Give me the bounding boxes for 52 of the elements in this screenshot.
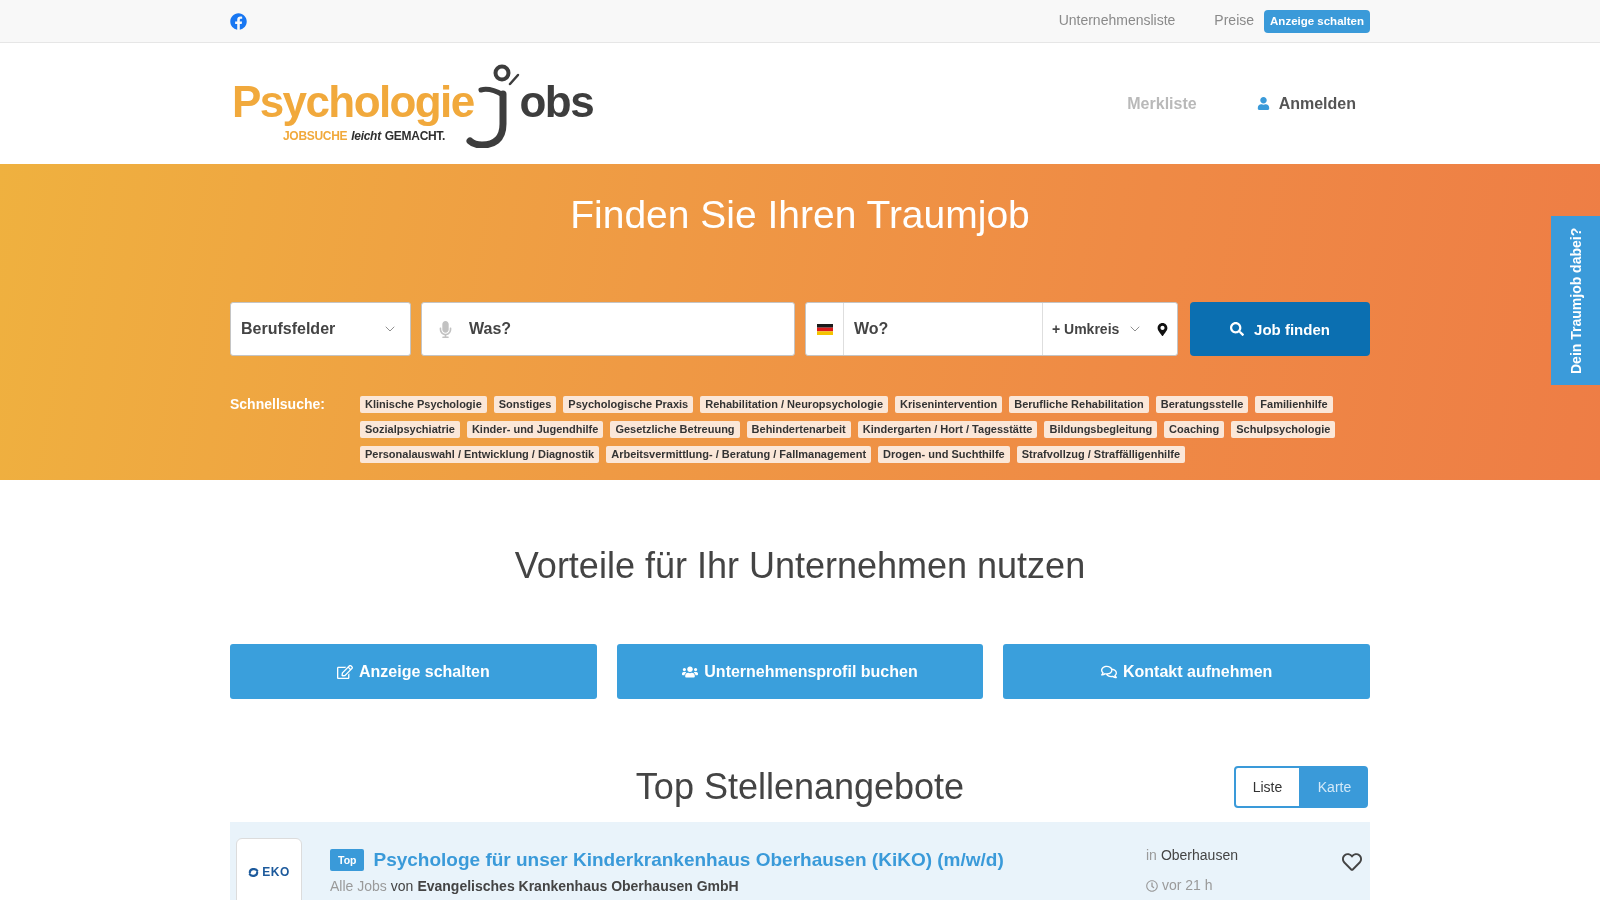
quick-search-tag[interactable]: Coaching — [1164, 421, 1225, 438]
top-badge: Top — [330, 849, 365, 871]
ring-icon — [248, 866, 260, 878]
quick-search-tag[interactable]: Behindertenarbeit — [746, 421, 851, 438]
section-title: Vorteile für Ihr Unternehmen nutzen — [513, 544, 1087, 588]
facebook-icon[interactable] — [230, 12, 247, 30]
quick-search-tag[interactable]: Klinische Psychologie — [360, 396, 487, 413]
logo-wordmark: Psychologie — [232, 79, 474, 124]
quick-search-tag[interactable]: Bildungsbegleitung — [1044, 421, 1158, 438]
quick-search-label: Schnellsuche: — [230, 396, 326, 414]
quick-search-tag[interactable]: Familienhilfe — [1255, 396, 1333, 413]
section-title: Top Stellenangebote — [635, 766, 965, 808]
user-icon — [1256, 97, 1270, 110]
posted-time: vor 21 h — [1162, 877, 1213, 894]
job-location: Oberhausen — [1160, 847, 1238, 864]
map-pin-icon[interactable] — [1155, 322, 1169, 336]
quick-search-tag[interactable]: Psychologische Praxis — [563, 396, 694, 413]
keyword-input[interactable]: Was? — [467, 303, 794, 355]
quick-search-tag[interactable]: Krisenintervention — [895, 396, 1003, 413]
view-toggle-tab[interactable]: Liste — [1234, 766, 1301, 808]
search-icon — [1230, 322, 1245, 336]
quick-search-tag[interactable]: Kinder- und Jugendhilfe — [466, 421, 604, 438]
quick-search-tag[interactable]: Kindergarten / Hort / Tagesstätte — [857, 421, 1038, 438]
location-search-field[interactable]: Wo? + Umkreis — [805, 302, 1178, 356]
quick-search-tag[interactable]: Gesetzliche Betreuung — [610, 421, 740, 438]
login-link[interactable]: Anmelden — [1256, 94, 1356, 113]
quick-search-tag[interactable]: Personalauswahl / Entwicklung / Diagnostik — [360, 446, 600, 463]
quick-search-tag[interactable]: Arbeitsvermittlung- / Beratung / Fallmanagement — [606, 446, 872, 463]
job-search-button[interactable]: Job finden — [1190, 302, 1370, 356]
heart-icon — [1342, 852, 1362, 872]
logo-wordmark: obs — [519, 79, 594, 124]
hero-title: Finden Sie Ihren Traumjob — [569, 192, 1031, 238]
quick-search-tag[interactable]: Berufliche Rehabilitation — [1009, 396, 1149, 413]
company-logo-text: EKO — [262, 865, 290, 879]
clock-icon — [1146, 879, 1158, 892]
quick-search-tag[interactable]: Schulpsychologie — [1231, 421, 1336, 438]
location-prefix: in — [1146, 847, 1157, 864]
category-select[interactable]: Berufsfelder — [230, 302, 411, 356]
edit-icon — [336, 663, 353, 680]
chat-bubbles-icon — [1101, 663, 1117, 680]
company-name: Evangelisches Krankenhaus Oberhausen GmbH — [417, 878, 739, 895]
keyword-search-field[interactable]: Was? — [421, 302, 795, 356]
quick-search-tag[interactable]: Rehabilitation / Neuropsychologie — [700, 396, 889, 413]
quick-search-tag[interactable]: Beratungsstelle — [1155, 396, 1249, 413]
germany-flag-icon — [816, 323, 833, 335]
logo-tagline: JOBSUCHE leicht GEMACHT. — [283, 128, 447, 143]
save-job-button[interactable] — [1342, 852, 1362, 872]
quick-search-tag[interactable]: Drogen- und Suchthilfe — [878, 446, 1010, 463]
quick-search-tag[interactable]: Sonstiges — [493, 396, 557, 413]
quick-search-tag[interactable]: Strafvollzug / Straffälligenhilfe — [1016, 446, 1185, 463]
quick-search-tag[interactable]: Sozialpsychiatrie — [360, 421, 460, 438]
by-label: von — [390, 878, 414, 895]
